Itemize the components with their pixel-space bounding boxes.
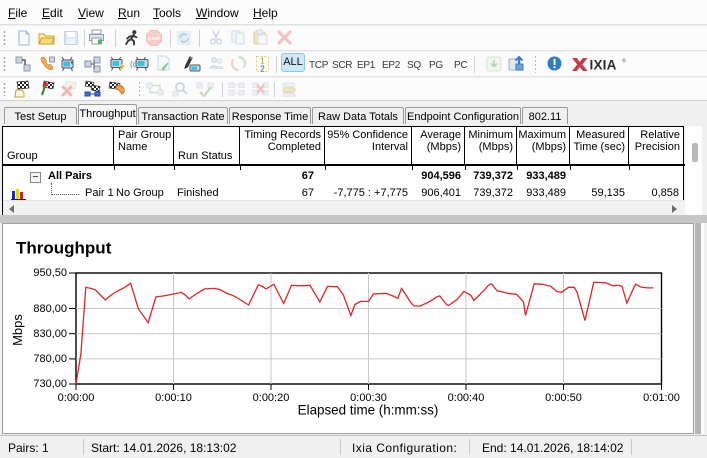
svg-text:Mbps: Mbps (10, 314, 25, 346)
svg-text:0:00:20: 0:00:20 (253, 392, 290, 404)
svg-text:Elapsed time (h:mm:ss): Elapsed time (h:mm:ss) (298, 403, 439, 418)
svg-text:0:01:00: 0:01:00 (643, 392, 680, 404)
svg-text:2: 2 (260, 64, 265, 73)
svg-text:STOP: STOP (148, 36, 160, 41)
svg-text:0:00:50: 0:00:50 (545, 392, 582, 404)
svg-text:880,00: 880,00 (33, 303, 67, 315)
svg-text:0:00:10: 0:00:10 (155, 392, 192, 404)
svg-text:730,00: 730,00 (33, 378, 67, 390)
svg-text:®: ® (622, 58, 626, 65)
svg-text:950,50: 950,50 (33, 267, 67, 279)
svg-text:780,00: 780,00 (33, 353, 67, 365)
svg-text:0:00:40: 0:00:40 (448, 392, 485, 404)
svg-text:Throughput: Throughput (16, 239, 112, 258)
svg-text:0:00:00: 0:00:00 (58, 392, 95, 404)
svg-text:IXIA: IXIA (590, 58, 617, 72)
svg-text:830,00: 830,00 (33, 328, 67, 340)
